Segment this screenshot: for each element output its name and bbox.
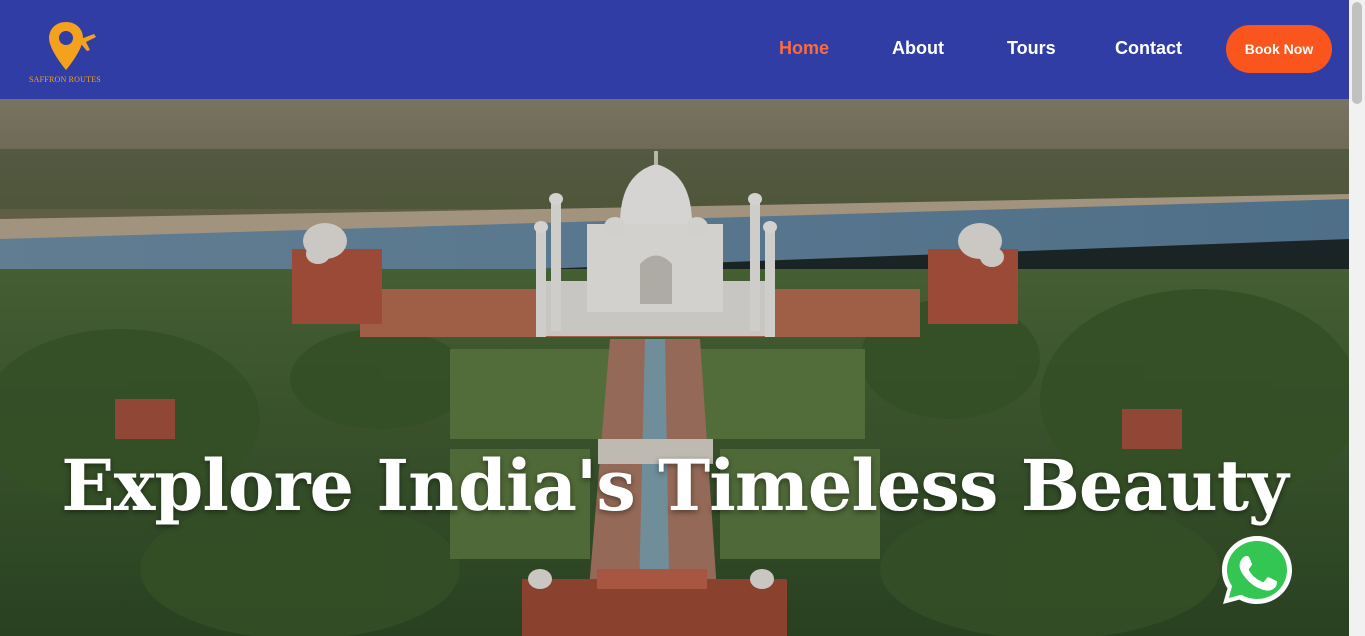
page-scrollbar[interactable]: [1349, 0, 1365, 636]
taj-mahal-hero-image: [0, 99, 1349, 636]
whatsapp-icon: [1222, 536, 1292, 604]
scrollbar-thumb[interactable]: [1352, 2, 1362, 104]
nav-about[interactable]: About: [892, 38, 944, 59]
map-pin-airplane-icon: [49, 22, 96, 70]
hero-title: Explore India's Timeless Beauty: [61, 444, 1288, 527]
brand-name: SAFFRON ROUTES: [29, 75, 101, 84]
nav-tours[interactable]: Tours: [1007, 38, 1056, 59]
brand-logo[interactable]: SAFFRON ROUTES: [26, 20, 106, 86]
nav-home[interactable]: Home: [779, 38, 829, 59]
whatsapp-chat-button[interactable]: [1218, 532, 1296, 610]
nav-contact[interactable]: Contact: [1115, 38, 1182, 59]
site-header: SAFFRON ROUTES Home About Tours Contact …: [0, 0, 1349, 99]
book-now-button[interactable]: Book Now: [1226, 25, 1332, 73]
hero-section: Explore India's Timeless Beauty: [0, 99, 1349, 636]
